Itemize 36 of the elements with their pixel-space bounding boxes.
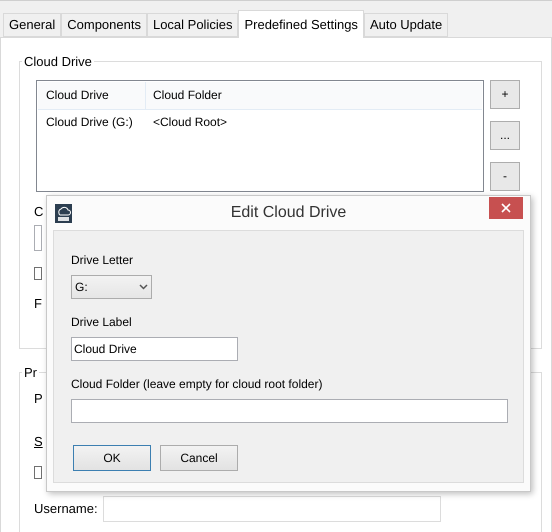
- table-cell-text: <Cloud Root>: [152, 114, 228, 130]
- chevron-down-icon: [139, 284, 148, 290]
- field-label: P: [34, 390, 43, 408]
- drive-label-field[interactable]: Cloud Drive: [71, 337, 238, 361]
- group-title: Cloud Drive: [23, 53, 93, 71]
- close-icon: [501, 203, 511, 213]
- list-action-button[interactable]: -: [490, 162, 520, 190]
- cloud-app-icon: [55, 204, 72, 222]
- field-label: F: [34, 295, 42, 313]
- list-action-button[interactable]: +: [490, 80, 520, 108]
- field-label: S: [34, 433, 43, 451]
- tab[interactable]: Local Policies: [146, 13, 238, 37]
- tab[interactable]: Predefined Settings: [238, 10, 364, 38]
- dialog-button[interactable]: Cancel: [160, 445, 238, 471]
- group-title: Pr: [23, 364, 38, 382]
- tab[interactable]: Components: [61, 13, 147, 37]
- checkbox[interactable]: [34, 267, 42, 280]
- field-label: Cloud Folder (leave empty for cloud root folder): [71, 376, 322, 393]
- dialog-button[interactable]: OK: [73, 445, 151, 471]
- username-label: Username:: [34, 500, 95, 518]
- checkbox[interactable]: [34, 466, 42, 478]
- field-label: Drive Label: [71, 314, 132, 331]
- text-field[interactable]: [34, 225, 42, 251]
- tab[interactable]: General: [3, 13, 62, 37]
- drive-letter-dropdown[interactable]: G:: [71, 275, 152, 299]
- table-cell-text: Cloud Drive (G:): [45, 114, 134, 130]
- list-action-button[interactable]: ...: [490, 120, 520, 150]
- tab[interactable]: Auto Update: [364, 13, 448, 37]
- column-header[interactable]: Cloud Folder: [146, 82, 482, 108]
- field-label: C: [34, 202, 44, 220]
- dialog-title: Edit Cloud Drive: [230, 203, 348, 223]
- column-header[interactable]: Cloud Drive: [38, 82, 146, 108]
- cloud-folder-field[interactable]: [71, 399, 508, 423]
- field-label: Drive Letter: [71, 252, 134, 269]
- username-field[interactable]: [103, 496, 441, 522]
- close-button[interactable]: [489, 197, 523, 219]
